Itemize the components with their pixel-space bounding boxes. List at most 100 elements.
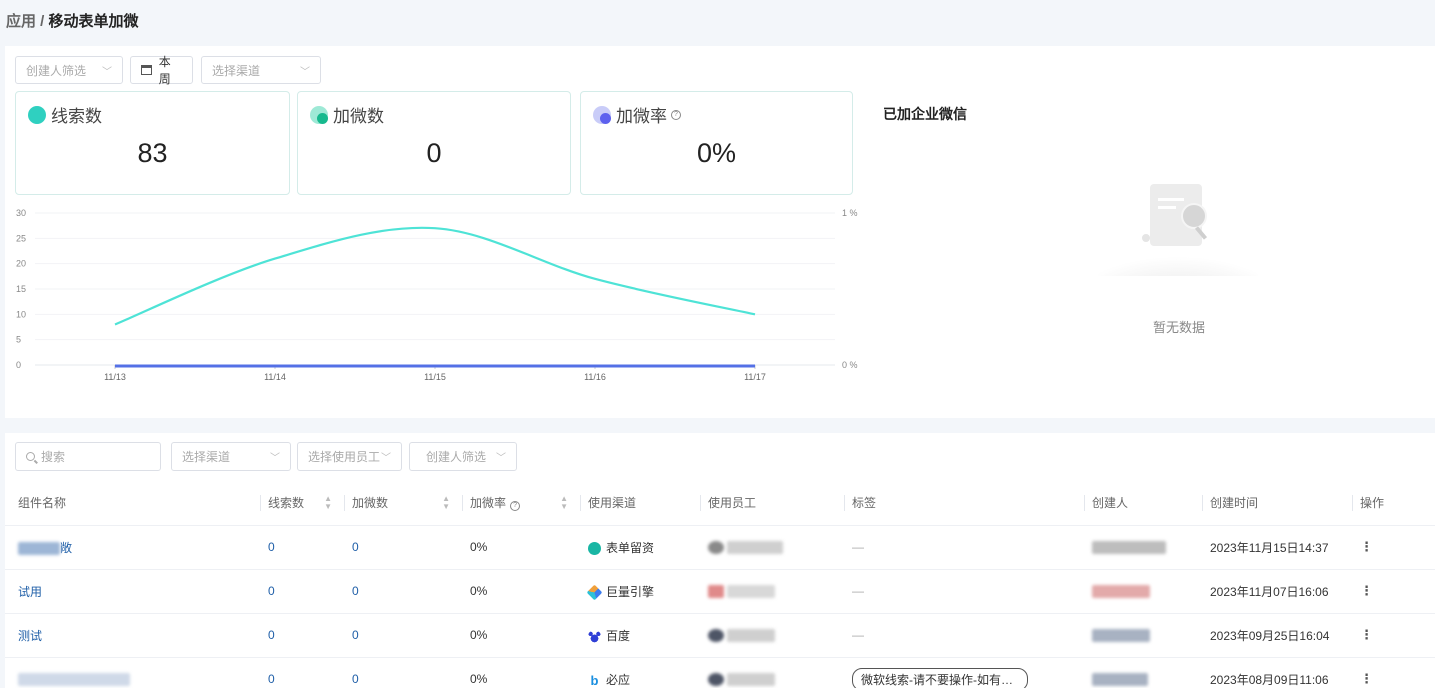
wechat-add-icon xyxy=(310,105,328,124)
y-tick-label: 30 xyxy=(16,208,26,218)
creator-filter-placeholder: 创建人筛选 xyxy=(26,63,87,78)
column-header-creator: 创建人 xyxy=(1084,481,1202,526)
adds-count[interactable]: 0 xyxy=(344,525,462,570)
components-panel: 搜索 选择渠道 ﹀ 选择使用员工 ﹀ 创建人筛选 ﹀ 组件名称 线索数 ▲ ▼ 加微… xyxy=(5,433,1435,688)
ocean-engine-icon xyxy=(586,584,603,601)
component-name-link[interactable] xyxy=(5,657,260,688)
column-header-rate[interactable]: 加微率? ▲ ▼ xyxy=(462,481,580,526)
baidu-icon xyxy=(588,629,601,643)
x-tick-label: 11/16 xyxy=(584,372,606,382)
chevron-down-icon: ﹀ xyxy=(496,453,506,464)
stat-card-leads: 线索数 83 xyxy=(15,91,290,195)
employee-filter-placeholder: 选择使用员工 xyxy=(308,450,381,464)
stat-label: 线索数 xyxy=(51,107,102,126)
y-tick-label: 20 xyxy=(16,259,26,269)
x-tick-label: 11/17 xyxy=(744,372,766,382)
rate-icon xyxy=(593,105,611,124)
more-vertical-icon[interactable]: ⋮ xyxy=(1360,627,1373,642)
employee-cell xyxy=(700,613,844,658)
channel-cell: 表单留资 xyxy=(580,525,700,570)
tags-cell: — xyxy=(844,613,1084,658)
y-tick-label: 15 xyxy=(16,284,26,294)
more-actions-cell: ⋮ xyxy=(1352,569,1435,614)
column-header-adds[interactable]: 加微数 ▲ ▼ xyxy=(344,481,462,526)
created-time: 2023年11月07日16:06 xyxy=(1202,569,1352,614)
component-name-link[interactable]: 试用 xyxy=(5,569,260,614)
component-name-link[interactable]: 敞 xyxy=(5,525,260,570)
column-header-created-time: 创建时间 xyxy=(1202,481,1352,526)
employee-cell xyxy=(700,657,844,688)
leads-count[interactable]: 0 xyxy=(260,613,344,658)
more-vertical-icon[interactable]: ⋮ xyxy=(1360,539,1373,554)
table-row[interactable]: 敞 0 0 0% 表单留资 — 2023年11月15日14:37 ⋮ xyxy=(5,525,1435,570)
leads-count[interactable]: 0 xyxy=(260,569,344,614)
stat-value: 83 xyxy=(137,138,168,168)
channel-filter-placeholder: 选择渠道 xyxy=(212,63,261,78)
y-tick-label: 0 xyxy=(16,360,21,370)
channel-filter-select[interactable]: 选择渠道 ﹀ xyxy=(201,56,321,84)
empty-data-text: 暂无数据 xyxy=(1153,320,1206,335)
adds-count[interactable]: 0 xyxy=(344,657,462,688)
stat-card-wechat-adds: 加微数 0 xyxy=(297,91,571,195)
search-input[interactable]: 搜索 xyxy=(15,442,161,471)
leads-count[interactable]: 0 xyxy=(260,525,344,570)
column-header-tags: 标签 xyxy=(844,481,1084,526)
add-rate: 0% xyxy=(462,525,580,570)
column-header-leads[interactable]: 线索数 ▲ ▼ xyxy=(260,481,344,526)
tags-cell: — xyxy=(844,569,1084,614)
table-row[interactable]: 试用 0 0 0% 巨量引擎 — 2023年11月07日16:06 ⋮ xyxy=(5,569,1435,614)
creator-filter-select[interactable]: 创建人筛选 ﹀ xyxy=(15,56,123,84)
search-icon xyxy=(26,452,35,461)
adds-count[interactable]: 0 xyxy=(344,613,462,658)
breadcrumb-parent[interactable]: 应用 xyxy=(6,13,36,30)
y-tick-label: 5 xyxy=(16,335,21,345)
more-actions-cell: ⋮ xyxy=(1352,525,1435,570)
date-range-button[interactable]: 本周 xyxy=(130,55,193,86)
page-title: 应用 / 移动表单加微 xyxy=(6,10,139,31)
sort-icon[interactable]: ▲ ▼ xyxy=(442,495,450,511)
creator-filter-placeholder: 创建人筛选 xyxy=(426,450,487,464)
channel-cell: 巨量引擎 xyxy=(580,569,700,614)
creator-cell xyxy=(1084,613,1202,658)
creator-cell xyxy=(1084,525,1202,570)
y-tick-label: 10 xyxy=(16,309,26,319)
sort-icon[interactable]: ▲ ▼ xyxy=(560,495,568,511)
creator-cell xyxy=(1084,569,1202,614)
stat-label: 加微数 xyxy=(333,107,384,126)
add-rate: 0% xyxy=(462,569,580,614)
creator-filter-select[interactable]: 创建人筛选 ﹀ xyxy=(409,442,517,471)
column-header-employee: 使用员工 xyxy=(700,481,844,526)
employee-cell xyxy=(700,525,844,570)
created-time: 2023年09月25日16:04 xyxy=(1202,613,1352,658)
help-icon[interactable]: ? xyxy=(510,501,521,512)
table-row[interactable]: 0 0 0% b必应 微软线索-请不要操作-如有疑问请联系 2023年08月09… xyxy=(5,657,1435,688)
employee-filter-select[interactable]: 选择使用员工 ﹀ xyxy=(297,442,402,471)
column-header-actions: 操作 xyxy=(1352,481,1435,526)
tag-badge[interactable]: 微软线索-请不要操作-如有疑问请联系 xyxy=(852,667,1028,688)
more-vertical-icon[interactable]: ⋮ xyxy=(1360,583,1373,598)
add-rate: 0% xyxy=(462,613,580,658)
help-icon[interactable]: ? xyxy=(671,109,681,120)
components-table: 组件名称 线索数 ▲ ▼ 加微数 ▲ ▼ 加微率? ▲ ▼ 使用渠道 使用员工 标签 创建人… xyxy=(5,481,1435,688)
column-header-channel: 使用渠道 xyxy=(580,481,700,526)
leads-icon xyxy=(28,105,46,124)
search-placeholder: 搜索 xyxy=(41,450,66,464)
stat-card-add-rate: 加微率? 0% xyxy=(580,91,853,195)
sort-icon[interactable]: ▲ ▼ xyxy=(324,495,332,511)
stat-label: 加微率 xyxy=(616,107,667,126)
created-time: 2023年08月09日11:06 xyxy=(1202,657,1352,688)
column-header-name: 组件名称 xyxy=(5,481,260,526)
chevron-down-icon: ﹀ xyxy=(270,453,280,464)
channel-filter-select[interactable]: 选择渠道 ﹀ xyxy=(171,442,291,471)
x-tick-label: 11/13 xyxy=(104,372,126,382)
table-row[interactable]: 测试 0 0 0% 百度 — 2023年09月25日16:04 ⋮ xyxy=(5,613,1435,658)
overview-panel: 创建人筛选 ﹀ 本周 选择渠道 ﹀ 线索数 83 加微数 0 加微率? 0% 0… xyxy=(5,46,1435,418)
channel-cell: b 必应 xyxy=(580,657,700,688)
more-actions-cell: ⋮ xyxy=(1352,613,1435,658)
more-vertical-icon[interactable]: ⋮ xyxy=(1360,671,1373,686)
component-name-link[interactable]: 测试 xyxy=(5,613,260,658)
empty-data-illustration xyxy=(1098,184,1258,276)
employee-cell xyxy=(700,569,844,614)
leads-count[interactable]: 0 xyxy=(260,657,344,688)
adds-count[interactable]: 0 xyxy=(344,569,462,614)
